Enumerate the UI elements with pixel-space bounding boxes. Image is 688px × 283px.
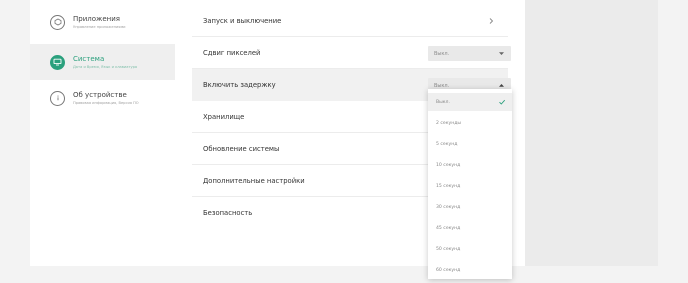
dropdown-option[interactable]: 45 секунд [428,219,512,237]
option-label: 15 секунд [436,183,461,189]
option-label: 45 секунд [436,225,461,231]
setting-label: Хранилище [203,112,245,121]
setting-label: Запуск и выключение [203,16,282,25]
info-icon [50,90,65,106]
option-label: 2 секунды [436,120,462,126]
option-label: 50 секунд [436,246,461,252]
dropdown-option[interactable]: 5 секунд [428,135,512,153]
sidebar-item-title: Об устройстве [73,90,127,99]
sidebar-item-system[interactable]: Система Дата и Время, Язык и клавиатура [30,44,175,80]
dropdown-option[interactable]: 30 секунд [428,198,512,216]
dropdown-option[interactable]: 10 секунд [428,156,512,174]
delay-dropdown: Выкл. 2 секунды 5 секунд 10 секунд 15 се… [428,89,512,279]
sidebar-item-subtitle: Управление приложениями [73,24,126,29]
detail-panel [525,0,658,266]
sidebar-item-title: Система [73,54,105,63]
sidebar-item-about[interactable]: Об устройстве Правовая информация, Верси… [30,80,175,116]
dropdown-option[interactable]: 15 секунд [428,177,512,195]
sidebar-item-apps[interactable]: Приложения Управление приложениями [30,4,175,40]
setting-label: Сдвиг пикселей [203,48,261,57]
dropdown-option[interactable]: Выкл. [428,93,512,111]
apps-icon [50,14,65,30]
option-label: Выкл. [436,99,450,105]
monitor-icon [50,54,65,70]
option-label: 5 секунд [436,141,458,147]
setting-row-startup-shutdown[interactable]: Запуск и выключение [192,5,508,37]
option-label: 10 секунд [436,162,461,168]
option-label: 30 секунд [436,204,461,210]
pixel-shift-select[interactable]: Выкл. [428,46,511,61]
chevron-right-icon [489,18,494,24]
setting-label: Обновление системы [203,144,280,153]
sidebar: Приложения Управление приложениями Систе… [30,0,175,266]
dropdown-option[interactable]: 2 секунды [428,114,512,132]
option-label: 60 секунд [436,267,461,273]
checkmark-icon [499,99,506,105]
select-value: Выкл. [434,50,450,57]
sidebar-item-subtitle: Правовая информация, Версия ПО [73,100,139,105]
select-value: Выкл. [434,82,450,89]
setting-label: Дополнительные настройки [203,176,305,185]
sidebar-item-title: Приложения [73,14,120,23]
sidebar-item-subtitle: Дата и Время, Язык и клавиатура [73,64,138,69]
dropdown-option[interactable]: 60 секунд [428,261,512,279]
triangle-up-icon [499,84,504,87]
triangle-down-icon [499,52,504,55]
setting-label: Включить задержку [203,80,276,89]
dropdown-option[interactable]: 50 секунд [428,240,512,258]
setting-label: Безопасность [203,209,253,217]
